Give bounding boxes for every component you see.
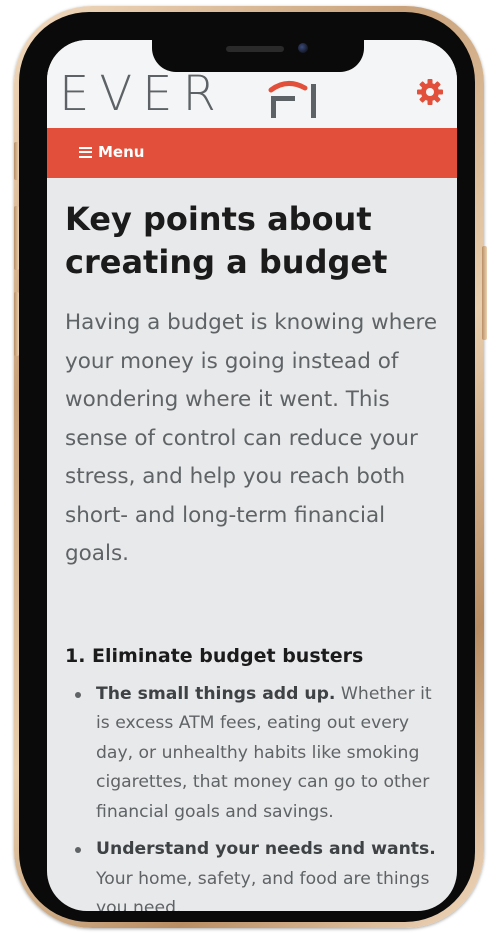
menu-label: Menu [98, 143, 145, 161]
phone-notch [152, 36, 364, 72]
everfi-logo[interactable]: EVER [59, 70, 226, 118]
bullet-bold-lead: The small things add up. [96, 683, 336, 704]
front-camera [298, 43, 308, 53]
phone-side-button [482, 246, 487, 340]
intro-paragraph: Having a budget is knowing where your mo… [65, 310, 438, 566]
list-item: Understand your needs and wants. Your ho… [65, 835, 443, 911]
logo-text: EVER [59, 66, 226, 122]
section-heading: 1. Eliminate budget busters [65, 644, 364, 667]
article-content: Key points about creating a budget Havin… [65, 198, 443, 911]
gear-icon[interactable] [415, 77, 445, 107]
speaker-grille [226, 46, 284, 52]
menu-button[interactable]: Menu [79, 143, 144, 161]
list-item: The small things add up. Whether it is e… [65, 680, 443, 828]
menu-bar: Menu [47, 128, 457, 178]
bullet-text: Your home, safety, and food are things y… [96, 868, 430, 912]
bullet-bold-lead: Understand your needs and wants. [96, 839, 436, 859]
hamburger-icon [79, 146, 92, 158]
phone-screen: EVER FI [47, 40, 457, 911]
page-title: Key points about creating a budget [65, 200, 388, 281]
bullet-list: The small things add up. Whether it is e… [65, 680, 443, 911]
logo-accent-mark: FI [268, 81, 316, 118]
bullet-text: Whether it is excess ATM fees, eating ou… [96, 683, 432, 822]
